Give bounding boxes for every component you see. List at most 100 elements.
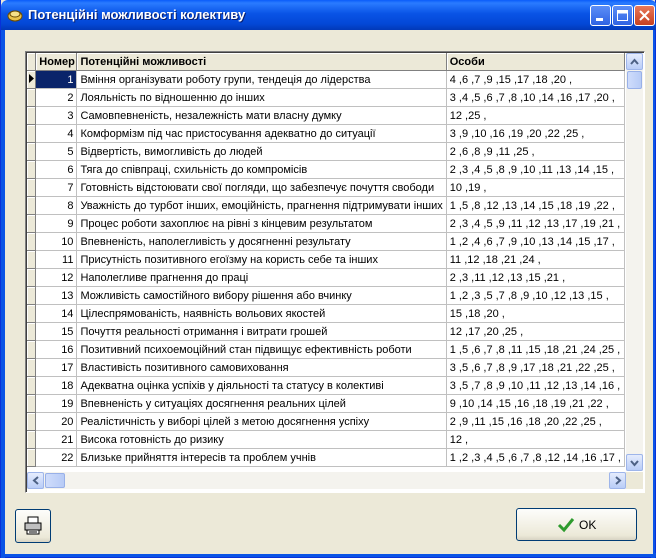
table-row[interactable]: 20 Реалістичність у виборі цілей з метою … [27,412,625,431]
table-row[interactable]: 10 Впевненість, наполегливість у досягнен… [27,232,625,251]
cell-capability[interactable]: Самовпевненість, незалежність мати власн… [76,106,447,125]
row-indicator[interactable] [27,250,37,269]
row-indicator[interactable] [27,88,37,107]
table-row[interactable]: 7 Готовність відстоювати свої погляди, що… [27,178,625,197]
column-header-capability[interactable]: Потенційні можливості [76,53,447,71]
cell-number[interactable]: 6 [35,160,78,179]
cell-number[interactable]: 18 [35,376,78,395]
table-row[interactable]: 4 Комформізм під час пристосування адеква… [27,124,625,143]
row-indicator[interactable] [27,376,37,395]
row-indicator[interactable] [27,286,37,305]
table-row[interactable]: 8 Уважність до турбот інших, емоційність,… [27,196,625,215]
cell-capability[interactable]: Цілеспрямованість, наявність вольових як… [76,304,447,323]
cell-persons[interactable]: 1 ,2 ,3 ,4 ,5 ,6 ,7 ,8 ,12 ,14 ,16 ,17 , [446,448,625,467]
cell-capability[interactable]: Впевненість, наполегливість у досягненні… [76,232,447,251]
table-row[interactable]: 18 Адекватна оцінка успіхів у діяльності … [27,376,625,395]
table-row[interactable]: 17 Властивість позитивного самовиховання 3… [27,358,625,377]
cell-capability[interactable]: Можливість самостійного вибору рішення а… [76,286,447,305]
cell-capability[interactable]: Вміння організувати роботу групи, тендец… [76,70,447,89]
row-indicator[interactable] [27,358,37,377]
row-indicator[interactable] [27,340,37,359]
cell-number[interactable]: 7 [35,178,78,197]
table-row[interactable]: 12 Наполегливе прагнення до праці 2 ,3 ,11… [27,268,625,287]
cell-capability[interactable]: Присутність позитивного егоїзму на корис… [76,250,447,269]
cell-number[interactable]: 22 [35,448,78,467]
row-indicator[interactable] [27,142,37,161]
table-row[interactable]: 13 Можливість самостійного вибору рішення… [27,286,625,305]
row-indicator[interactable] [27,160,37,179]
horizontal-scrollbar[interactable] [27,472,626,489]
cell-capability[interactable]: Почуття реальності отримання і витрати г… [76,322,447,341]
maximize-button[interactable] [612,5,633,26]
column-header-persons[interactable]: Особи [446,53,625,71]
row-indicator[interactable] [27,178,37,197]
cell-capability[interactable]: Близьке прийняття інтересів та проблем у… [76,448,447,467]
print-button[interactable] [15,509,51,543]
cell-capability[interactable]: Позитивний психоемоційний стан підвищує … [76,340,447,359]
cell-persons[interactable]: 2 ,3 ,11 ,12 ,13 ,15 ,21 , [446,268,625,287]
cell-capability[interactable]: Наполегливе прагнення до праці [76,268,447,287]
table-row[interactable]: 11 Присутність позитивного егоїзму на кор… [27,250,625,269]
table-row[interactable]: 21 Висока готовність до ризику 12 , [27,430,625,449]
cell-persons[interactable]: 2 ,3 ,4 ,5 ,8 ,9 ,10 ,11 ,13 ,14 ,15 , [446,160,625,179]
cell-number[interactable]: 11 [35,250,78,269]
data-grid[interactable]: Номер Потенційні можливості Особи 1 Вмінн… [25,51,645,493]
cell-number[interactable]: 13 [35,286,78,305]
cell-number[interactable]: 4 [35,124,78,143]
cell-capability[interactable]: Процес роботи захоплює на рівні з кінцев… [76,214,447,233]
row-indicator[interactable] [27,394,37,413]
cell-persons[interactable]: 12 ,25 , [446,106,625,125]
cell-capability[interactable]: Реалістичність у виборі цілей з метою до… [76,412,447,431]
cell-number[interactable]: 12 [35,268,78,287]
scroll-left-button[interactable] [27,472,44,489]
cell-persons[interactable]: 2 ,3 ,4 ,5 ,9 ,11 ,12 ,13 ,17 ,19 ,21 , [446,214,625,233]
cell-number[interactable]: 10 [35,232,78,251]
cell-number[interactable]: 17 [35,358,78,377]
row-indicator[interactable] [27,412,37,431]
table-row[interactable]: 3 Самовпевненість, незалежність мати влас… [27,106,625,125]
row-indicator[interactable] [27,430,37,449]
cell-number[interactable]: 1 [35,70,78,89]
cell-capability[interactable]: Властивість позитивного самовиховання [76,358,447,377]
cell-capability[interactable]: Готовність відстоювати свої погляди, що … [76,178,447,197]
row-indicator[interactable] [27,268,37,287]
cell-number[interactable]: 5 [35,142,78,161]
cell-persons[interactable]: 2 ,6 ,8 ,9 ,11 ,25 , [446,142,625,161]
table-row[interactable]: 19 Впевненість у ситуаціях досягнення реа… [27,394,625,413]
cell-persons[interactable]: 1 ,5 ,8 ,12 ,13 ,14 ,15 ,18 ,19 ,22 , [446,196,625,215]
table-row[interactable]: 1 Вміння організувати роботу групи, тенде… [27,70,625,89]
cell-capability[interactable]: Комформізм під час пристосування адекват… [76,124,447,143]
scroll-right-button[interactable] [609,472,626,489]
cell-persons[interactable]: 2 ,9 ,11 ,15 ,16 ,18 ,20 ,22 ,25 , [446,412,625,431]
cell-number[interactable]: 16 [35,340,78,359]
cell-persons[interactable]: 3 ,5 ,7 ,8 ,9 ,10 ,11 ,12 ,13 ,14 ,16 , [446,376,625,395]
row-indicator[interactable] [27,304,37,323]
horizontal-scroll-thumb[interactable] [45,473,65,488]
table-row[interactable]: 5 Відвертість, вимогливість до людей 2 ,6 … [27,142,625,161]
cell-persons[interactable]: 15 ,18 ,20 , [446,304,625,323]
column-header-number[interactable]: Номер [35,53,78,71]
row-indicator[interactable] [27,214,37,233]
minimize-button[interactable] [590,5,611,26]
row-indicator[interactable] [27,196,37,215]
table-row[interactable]: 15 Почуття реальності отримання і витрати… [27,322,625,341]
vertical-scroll-thumb[interactable] [627,71,642,89]
cell-capability[interactable]: Лояльність по відношенню до інших [76,88,447,107]
cell-number[interactable]: 2 [35,88,78,107]
table-row[interactable]: 14 Цілеспрямованість, наявність вольових … [27,304,625,323]
cell-number[interactable]: 19 [35,394,78,413]
cell-capability[interactable]: Впевненість у ситуаціях досягнення реаль… [76,394,447,413]
cell-capability[interactable]: Тяга до співпраці, схильність до компром… [76,160,447,179]
row-indicator[interactable] [27,124,37,143]
row-indicator[interactable] [27,232,37,251]
close-button[interactable] [634,5,655,26]
table-row[interactable]: 2 Лояльність по відношенню до інших 3 ,4 ,… [27,88,625,107]
cell-capability[interactable]: Висока готовність до ризику [76,430,447,449]
cell-number[interactable]: 15 [35,322,78,341]
cell-persons[interactable]: 1 ,5 ,6 ,7 ,8 ,11 ,15 ,18 ,21 ,24 ,25 , [446,340,625,359]
vertical-scrollbar[interactable] [626,53,643,471]
row-indicator[interactable] [27,106,37,125]
cell-capability[interactable]: Уважність до турбот інших, емоційність, … [76,196,447,215]
cell-persons[interactable]: 12 ,17 ,20 ,25 , [446,322,625,341]
title-bar[interactable]: Потенційні можливості колективу [1,0,656,30]
